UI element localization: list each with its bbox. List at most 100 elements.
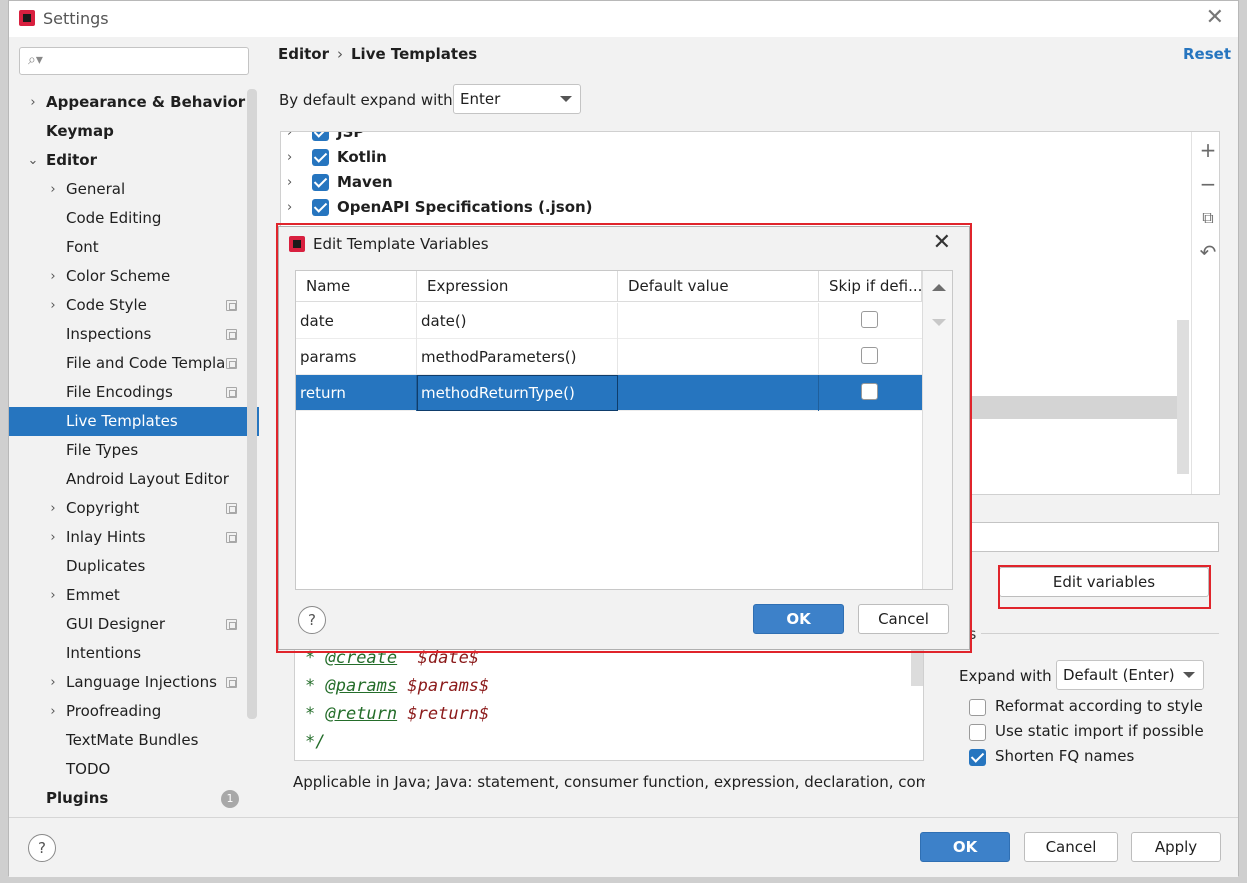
template-text-editor[interactable]: * @create $date$ * @params $params$ * @ret… xyxy=(294,645,924,761)
apply-label: Apply xyxy=(1154,838,1198,856)
group-enabled-checkbox[interactable] xyxy=(312,174,329,191)
javadoc-tag: @return xyxy=(325,704,398,724)
apply-button[interactable]: Apply xyxy=(1131,832,1221,862)
sidebar-item-inlay-hints[interactable]: › Inlay Hints xyxy=(9,523,259,552)
remove-icon[interactable]: − xyxy=(1198,174,1218,194)
sidebar-item-color-scheme[interactable]: › Color Scheme xyxy=(9,262,259,291)
sidebar-item-copyright[interactable]: › Copyright xyxy=(9,494,259,523)
sidebar-item-label: Color Scheme xyxy=(66,267,171,285)
search-input[interactable]: ⌕▾ xyxy=(19,47,249,75)
chevron-right-icon[interactable]: › xyxy=(46,668,60,697)
shorten-fq-checkbox[interactable] xyxy=(969,749,986,766)
sidebar-item-label: Language Injections xyxy=(66,673,217,691)
sidebar-item-duplicates[interactable]: Duplicates xyxy=(9,552,259,581)
chevron-right-icon[interactable]: › xyxy=(26,88,40,117)
sidebar-item-live-templates[interactable]: Live Templates xyxy=(9,407,259,436)
project-settings-icon xyxy=(226,329,237,340)
shorten-fq-label: Shorten FQ names xyxy=(995,747,1135,765)
sidebar-item-editor[interactable]: ⌄ Editor xyxy=(9,146,259,175)
sidebar-item-file-types[interactable]: File Types xyxy=(9,436,259,465)
settings-tree: › Appearance & Behavior Keymap ⌄ Editor › Gene… xyxy=(9,88,259,813)
sidebar-item-android-layout-editor[interactable]: Android Layout Editor xyxy=(9,465,259,494)
restore-icon[interactable]: ↶ xyxy=(1198,242,1218,262)
tag-gap xyxy=(397,676,407,696)
group-name: JSP xyxy=(337,131,365,141)
chevron-down-icon[interactable]: ⌄ xyxy=(26,146,40,175)
breadcrumb-editor[interactable]: Editor xyxy=(278,45,329,63)
sidebar-item-inspections[interactable]: Inspections xyxy=(9,320,259,349)
edit-variables-highlight xyxy=(998,565,1211,609)
chevron-right-icon[interactable]: › xyxy=(46,523,60,552)
intellij-logo-icon xyxy=(19,10,35,26)
cancel-button[interactable]: Cancel xyxy=(1024,832,1118,862)
sidebar-item-emmet[interactable]: › Emmet xyxy=(9,581,259,610)
update-count-badge: 1 xyxy=(221,790,239,808)
dialog-footer: ? OK Cancel Apply xyxy=(9,817,1238,877)
sidebar-item-label: Copyright xyxy=(66,499,140,517)
project-settings-icon xyxy=(226,387,237,398)
template-variable: $return$ xyxy=(407,704,490,724)
close-icon[interactable]: ✕ xyxy=(1206,5,1224,30)
default-expand-select[interactable]: Enter xyxy=(453,84,581,114)
sidebar-item-code-editing[interactable]: Code Editing xyxy=(9,204,259,233)
project-settings-icon xyxy=(226,503,237,514)
sidebar-item-keymap[interactable]: Keymap xyxy=(9,117,259,146)
expand-with-label: Expand with xyxy=(959,667,1052,685)
sidebar-item-plugins[interactable]: Plugins 1 xyxy=(9,784,259,813)
template-text-line: */ xyxy=(305,732,325,752)
sidebar-item-intentions[interactable]: Intentions xyxy=(9,639,259,668)
sidebar-item-textmate-bundles[interactable]: TextMate Bundles xyxy=(9,726,259,755)
sidebar-item-gui-designer[interactable]: GUI Designer xyxy=(9,610,259,639)
help-icon[interactable]: ? xyxy=(28,834,56,862)
sidebar-item-proofreading[interactable]: › Proofreading xyxy=(9,697,259,726)
selected-template-row[interactable] xyxy=(969,396,1189,419)
applicable-contexts[interactable]: Applicable in Java; Java: statement, con… xyxy=(293,773,925,791)
sidebar-item-label: Proofreading xyxy=(66,702,162,720)
ok-button[interactable]: OK xyxy=(920,832,1010,862)
sidebar-item-code-style[interactable]: › Code Style xyxy=(9,291,259,320)
chevron-right-icon[interactable]: › xyxy=(287,170,292,195)
cancel-label: Cancel xyxy=(1045,838,1097,856)
chevron-down-icon xyxy=(560,96,572,102)
reset-link[interactable]: Reset xyxy=(1183,45,1231,63)
sidebar-item-todo[interactable]: TODO xyxy=(9,755,259,784)
settings-sidebar: ⌕▾ › Appearance & Behavior Keymap ⌄ Editor › G… xyxy=(9,37,259,817)
chevron-right-icon[interactable]: › xyxy=(46,262,60,291)
sidebar-item-file-encodings[interactable]: File Encodings xyxy=(9,378,259,407)
project-settings-icon xyxy=(226,532,237,543)
sidebar-item-label: Plugins xyxy=(46,789,109,807)
sidebar-item-label: Emmet xyxy=(66,586,120,604)
chevron-right-icon[interactable]: › xyxy=(46,581,60,610)
sidebar-item-font[interactable]: Font xyxy=(9,233,259,262)
copy-icon[interactable]: ⧉ xyxy=(1198,208,1218,228)
tree-scrollbar[interactable] xyxy=(1177,320,1189,474)
window-title: Settings xyxy=(43,9,109,28)
reformat-checkbox[interactable] xyxy=(969,699,986,716)
ok-label: OK xyxy=(952,838,978,856)
sidebar-item-general[interactable]: › General xyxy=(9,175,259,204)
template-variable: $params$ xyxy=(407,676,490,696)
chevron-right-icon[interactable]: › xyxy=(46,494,60,523)
group-name: OpenAPI Specifications (.json) xyxy=(337,198,593,216)
add-icon[interactable]: + xyxy=(1198,140,1218,160)
sidebar-item-file-and-code-templa[interactable]: File and Code Templa xyxy=(9,349,259,378)
chevron-right-icon[interactable]: › xyxy=(46,291,60,320)
sidebar-item-label: Code Editing xyxy=(66,209,162,227)
chevron-right-icon[interactable]: › xyxy=(46,175,60,204)
chevron-right-icon[interactable]: › xyxy=(287,195,292,220)
sidebar-item-appearance-behavior[interactable]: › Appearance & Behavior xyxy=(9,88,259,117)
chevron-right-icon[interactable]: › xyxy=(287,145,292,170)
static-import-label: Use static import if possible xyxy=(995,722,1204,740)
description-field[interactable] xyxy=(959,522,1219,552)
chevron-right-icon[interactable]: › xyxy=(287,132,292,145)
group-enabled-checkbox[interactable] xyxy=(312,199,329,216)
static-import-checkbox[interactable] xyxy=(969,724,986,741)
sidebar-scrollbar[interactable] xyxy=(247,89,257,719)
group-enabled-checkbox[interactable] xyxy=(312,132,329,141)
chevron-right-icon[interactable]: › xyxy=(46,697,60,726)
sidebar-item-label: Keymap xyxy=(46,122,114,140)
tag-gap xyxy=(397,704,407,724)
sidebar-item-language-injections[interactable]: › Language Injections xyxy=(9,668,259,697)
expand-with-select[interactable]: Default (Enter) xyxy=(1056,660,1204,690)
group-enabled-checkbox[interactable] xyxy=(312,149,329,166)
